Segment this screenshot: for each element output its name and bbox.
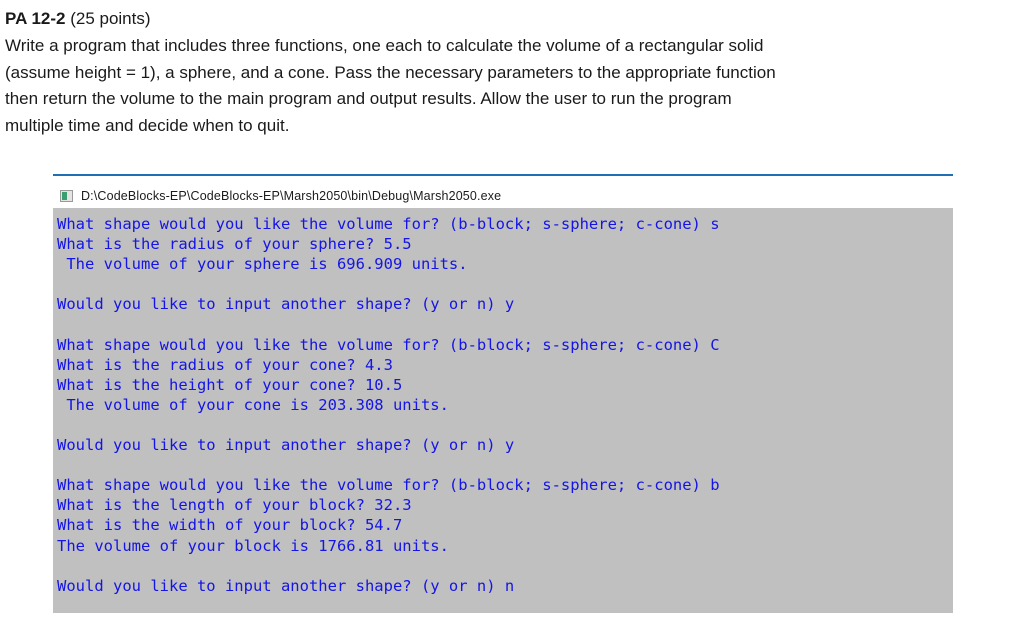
- console-line: What is the height of your cone? 10.5: [57, 375, 403, 394]
- console-line: The volume of your sphere is 696.909 uni…: [57, 255, 468, 274]
- page-title: PA 12-2 (25 points): [5, 6, 1018, 31]
- horizontal-divider: [53, 174, 953, 176]
- description-line: then return the volume to the main progr…: [5, 89, 732, 108]
- description-line: Write a program that includes three func…: [5, 36, 764, 55]
- console-line: Would you like to input another shape? (…: [57, 436, 515, 455]
- console-line: What is the length of your block? 32.3: [57, 496, 412, 515]
- console-window: D:\CodeBlocks-EP\CodeBlocks-EP\Marsh2050…: [53, 184, 953, 613]
- console-output[interactable]: What shape would you like the volume for…: [53, 208, 953, 613]
- description-line: multiple time and decide when to quit.: [5, 115, 290, 135]
- console-line: Would you like to input another shape? (…: [57, 576, 515, 595]
- application-window-icon: [60, 190, 73, 202]
- console-title-path: D:\CodeBlocks-EP\CodeBlocks-EP\Marsh2050…: [81, 189, 502, 203]
- console-line: What shape would you like the volume for…: [57, 476, 720, 495]
- console-line: What is the radius of your sphere? 5.5: [57, 235, 412, 254]
- assignment-id: PA 12-2: [5, 9, 66, 28]
- console-titlebar[interactable]: D:\CodeBlocks-EP\CodeBlocks-EP\Marsh2050…: [53, 184, 953, 208]
- console-line: What shape would you like the volume for…: [57, 335, 720, 354]
- console-line: The volume of your cone is 203.308 units…: [57, 395, 449, 414]
- assignment-description: Write a program that includes three func…: [5, 33, 1005, 139]
- console-line: What is the width of your block? 54.7: [57, 516, 403, 535]
- assignment-points: (25 points): [65, 9, 151, 28]
- console-line: What is the radius of your cone? 4.3: [57, 355, 393, 374]
- console-line: Would you like to input another shape? (…: [57, 295, 515, 314]
- description-line: (assume height = 1), a sphere, and a con…: [5, 62, 776, 82]
- console-line: The volume of your block is 1766.81 unit…: [57, 536, 449, 555]
- console-line: What shape would you like the volume for…: [57, 215, 720, 233]
- assignment-prompt: PA 12-2 (25 points) Write a program that…: [0, 0, 1024, 139]
